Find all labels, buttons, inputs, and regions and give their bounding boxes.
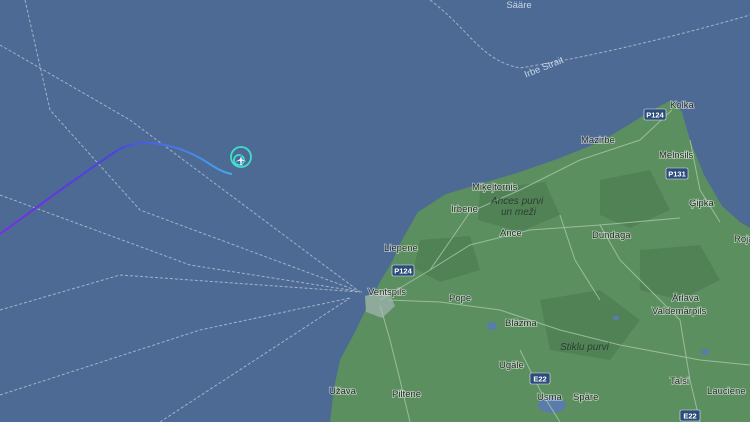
label-uzava: Užava — [329, 386, 357, 397]
label-arlava: Ārlava — [672, 293, 700, 304]
label-pope: Pope — [449, 293, 471, 304]
road-shield-p124-ventspils: P124 — [391, 264, 415, 277]
road-shield-p131: P131 — [665, 167, 689, 180]
road-shield-e22-west: E22 — [529, 372, 551, 385]
label-valdemarpils: Valdemārpils — [652, 306, 706, 317]
label-dundaga: Dundaga — [592, 230, 631, 241]
flight-track-map[interactable]: P124 P131 P124 E22 E22 Sääre Irbe Strait… — [0, 0, 750, 422]
label-ventspils: Ventspils — [368, 287, 406, 298]
svg-text:P124: P124 — [646, 111, 664, 120]
label-liepene: Liepene — [384, 243, 418, 254]
label-ance: Ance — [500, 228, 522, 239]
label-kolka: Kolka — [670, 100, 694, 111]
svg-text:P124: P124 — [394, 267, 412, 276]
svg-text:E22: E22 — [683, 412, 696, 421]
label-roja: Roja — [734, 234, 750, 245]
label-melnsils: Melnsils — [659, 150, 694, 161]
label-stiklu-purvi: Stiklu purvi — [560, 342, 610, 353]
label-spare: Spāre — [573, 392, 598, 403]
label-mikeltornis: Miķeļtornis — [472, 182, 518, 193]
label-ances-purvi-2: un meži — [501, 207, 537, 218]
label-talsi: Talsi — [670, 376, 689, 387]
svg-text:P131: P131 — [668, 170, 686, 179]
label-ugale: Ugāle — [499, 360, 524, 371]
label-piltene: Piltene — [392, 389, 421, 400]
road-shield-p124-north: P124 — [643, 108, 667, 121]
road-shield-e22-east: E22 — [679, 409, 701, 422]
label-blazma: Blāzma — [505, 318, 537, 329]
label-lauciene: Lauciene — [707, 386, 746, 397]
label-ances-purvi: Ances purvi — [490, 196, 544, 207]
label-mazirbe: Mazirbe — [581, 135, 615, 146]
label-cipka: Ģipka — [689, 198, 715, 209]
label-usma: Usma — [537, 392, 563, 403]
label-saare: Sääre — [506, 0, 531, 11]
svg-text:E22: E22 — [533, 375, 546, 384]
label-irbene: Irbene — [451, 204, 478, 215]
